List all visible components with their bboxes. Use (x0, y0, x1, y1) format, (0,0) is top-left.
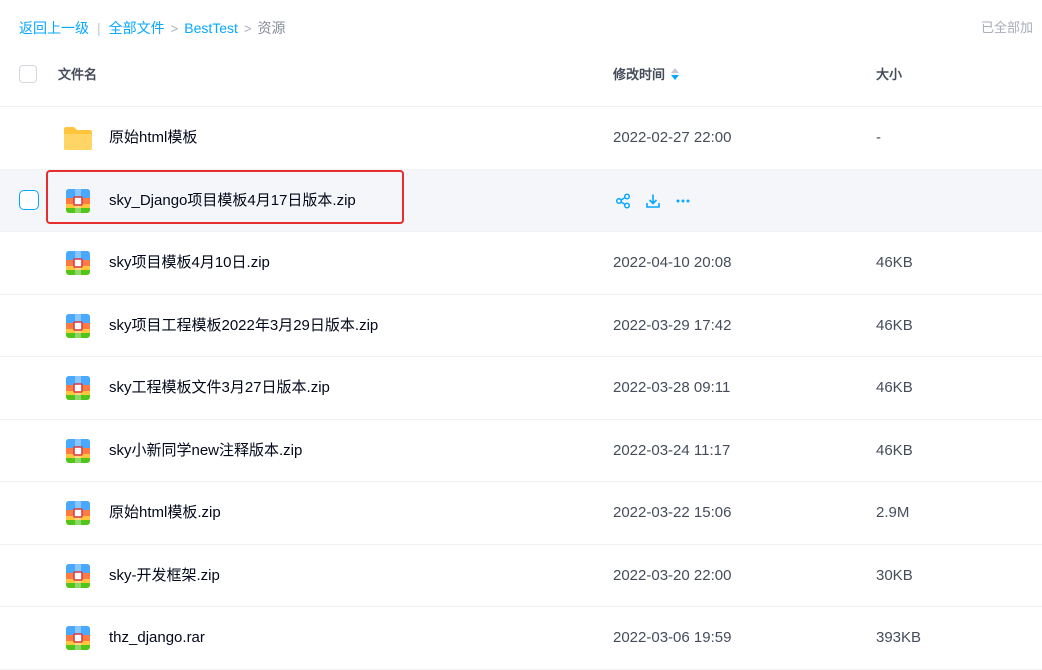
archive-file-icon (65, 625, 91, 651)
file-name[interactable]: sky小新同学new注释版本.zip (109, 420, 302, 482)
column-header-name: 文件名 (58, 67, 98, 82)
row-actions (613, 189, 703, 213)
breadcrumb-current: 资源 (257, 20, 286, 36)
archive-file-icon (65, 250, 91, 276)
table-row[interactable]: sky-开发框架.zip 2022-03-20 22:00 30KB (0, 545, 1042, 607)
select-all-checkbox[interactable] (19, 65, 37, 83)
breadcrumb-folder[interactable]: BestTest (184, 20, 238, 36)
file-size: 46KB (876, 316, 913, 334)
file-modified-time: 2022-03-29 17:42 (613, 316, 732, 334)
download-icon[interactable] (643, 191, 663, 211)
archive-file-icon (65, 563, 91, 589)
file-size: 46KB (876, 254, 913, 271)
file-modified-time: 2022-03-28 09:11 (613, 379, 731, 396)
file-name[interactable]: sky-开发框架.zip (109, 545, 220, 607)
file-modified-time: 2022-02-27 22:00 (613, 129, 732, 146)
breadcrumb-divider: | (97, 20, 101, 36)
column-header-time[interactable]: 修改时间 (613, 44, 680, 106)
archive-file-icon (65, 375, 91, 401)
breadcrumb-arrow-icon: > (170, 20, 179, 36)
file-list: 原始html模板 2022-02-27 22:00 - sky_Django项目模板4… (0, 107, 1042, 670)
loaded-status: 已全部加 (981, 20, 1034, 35)
file-size: 2.9M (876, 504, 910, 521)
table-row[interactable]: sky项目模板4月10日.zip 2022-04-10 20:08 46KB (0, 232, 1042, 295)
file-size: - (876, 129, 881, 146)
file-size: 30KB (876, 566, 913, 584)
file-name[interactable]: 原始html模板.zip (109, 482, 221, 544)
table-row[interactable]: sky_Django项目模板4月17日版本.zip (0, 169, 1042, 232)
share-icon[interactable] (613, 191, 633, 211)
file-size: 393KB (876, 629, 922, 646)
sort-icon[interactable] (671, 68, 680, 82)
file-modified-time: 2022-03-22 15:06 (613, 504, 732, 521)
archive-file-icon (65, 313, 91, 339)
table-row[interactable]: sky工程模板文件3月27日版本.zip 2022-03-28 09:11 46KB (0, 357, 1042, 420)
breadcrumb: 返回上一级 | 全部文件 > BestTest > 资源 (19, 17, 286, 39)
breadcrumb-all-files[interactable]: 全部文件 (109, 18, 165, 38)
file-modified-time: 2022-03-20 22:00 (613, 566, 732, 584)
breadcrumb-arrow-icon: > (243, 20, 252, 36)
table-row[interactable]: 原始html模板.zip 2022-03-22 15:06 2.9M (0, 482, 1042, 545)
archive-file-icon (65, 438, 91, 464)
file-name[interactable]: sky工程模板文件3月27日版本.zip (109, 357, 330, 419)
file-size: 46KB (876, 441, 913, 459)
table-header: 文件名 修改时间 大小 (0, 44, 1042, 107)
file-modified-time: 2022-03-06 19:59 (613, 629, 732, 646)
table-row[interactable]: sky小新同学new注释版本.zip 2022-03-24 11:17 46KB (0, 420, 1042, 482)
archive-file-icon (65, 188, 91, 214)
file-name[interactable]: sky_Django项目模板4月17日版本.zip (109, 170, 356, 232)
back-link[interactable]: 返回上一级 (19, 18, 89, 38)
table-row[interactable]: sky项目工程模板2022年3月29日版本.zip 2022-03-29 17:4… (0, 295, 1042, 357)
file-modified-time: 2022-03-24 11:17 (613, 441, 731, 459)
more-icon[interactable] (673, 191, 693, 211)
file-name[interactable]: thz_django.rar (109, 607, 205, 669)
table-row[interactable]: 原始html模板 2022-02-27 22:00 - (0, 107, 1042, 170)
file-name[interactable]: 原始html模板 (109, 107, 197, 169)
file-name[interactable]: sky项目模板4月10日.zip (109, 232, 270, 294)
table-row[interactable]: thz_django.rar 2022-03-06 19:59 393KB (0, 607, 1042, 670)
column-header-time-label: 修改时间 (613, 67, 666, 82)
file-modified-time: 2022-04-10 20:08 (613, 254, 732, 271)
file-size: 46KB (876, 379, 913, 396)
archive-file-icon (65, 500, 91, 526)
column-header-size: 大小 (876, 67, 903, 82)
file-name[interactable]: sky项目工程模板2022年3月29日版本.zip (109, 295, 378, 357)
row-checkbox[interactable] (19, 189, 39, 210)
folder-icon (63, 125, 92, 151)
